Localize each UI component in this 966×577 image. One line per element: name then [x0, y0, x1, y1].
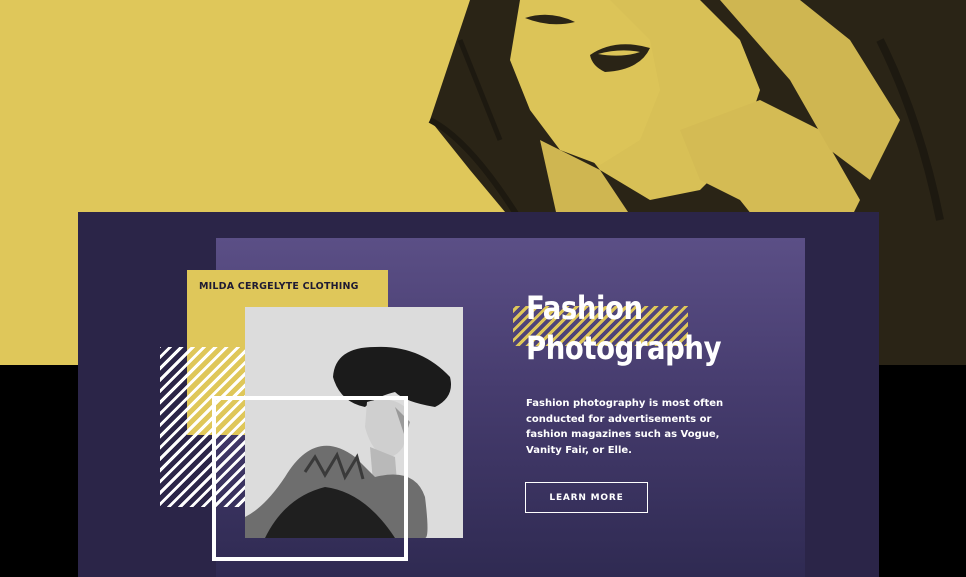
learn-more-button[interactable]: LEARN MORE — [525, 482, 648, 513]
decorative-outline-frame — [212, 396, 408, 561]
page: MILDA CERGELYTE CLOTHING Fashion Photogr… — [0, 0, 966, 577]
title-line-1: Fashion — [526, 289, 643, 327]
brand-label: MILDA CERGELYTE CLOTHING — [199, 281, 359, 292]
page-title: Fashion Photography — [526, 288, 722, 368]
title-line-2: Photography — [526, 329, 722, 367]
description-text: Fashion photography is most often conduc… — [526, 398, 724, 456]
